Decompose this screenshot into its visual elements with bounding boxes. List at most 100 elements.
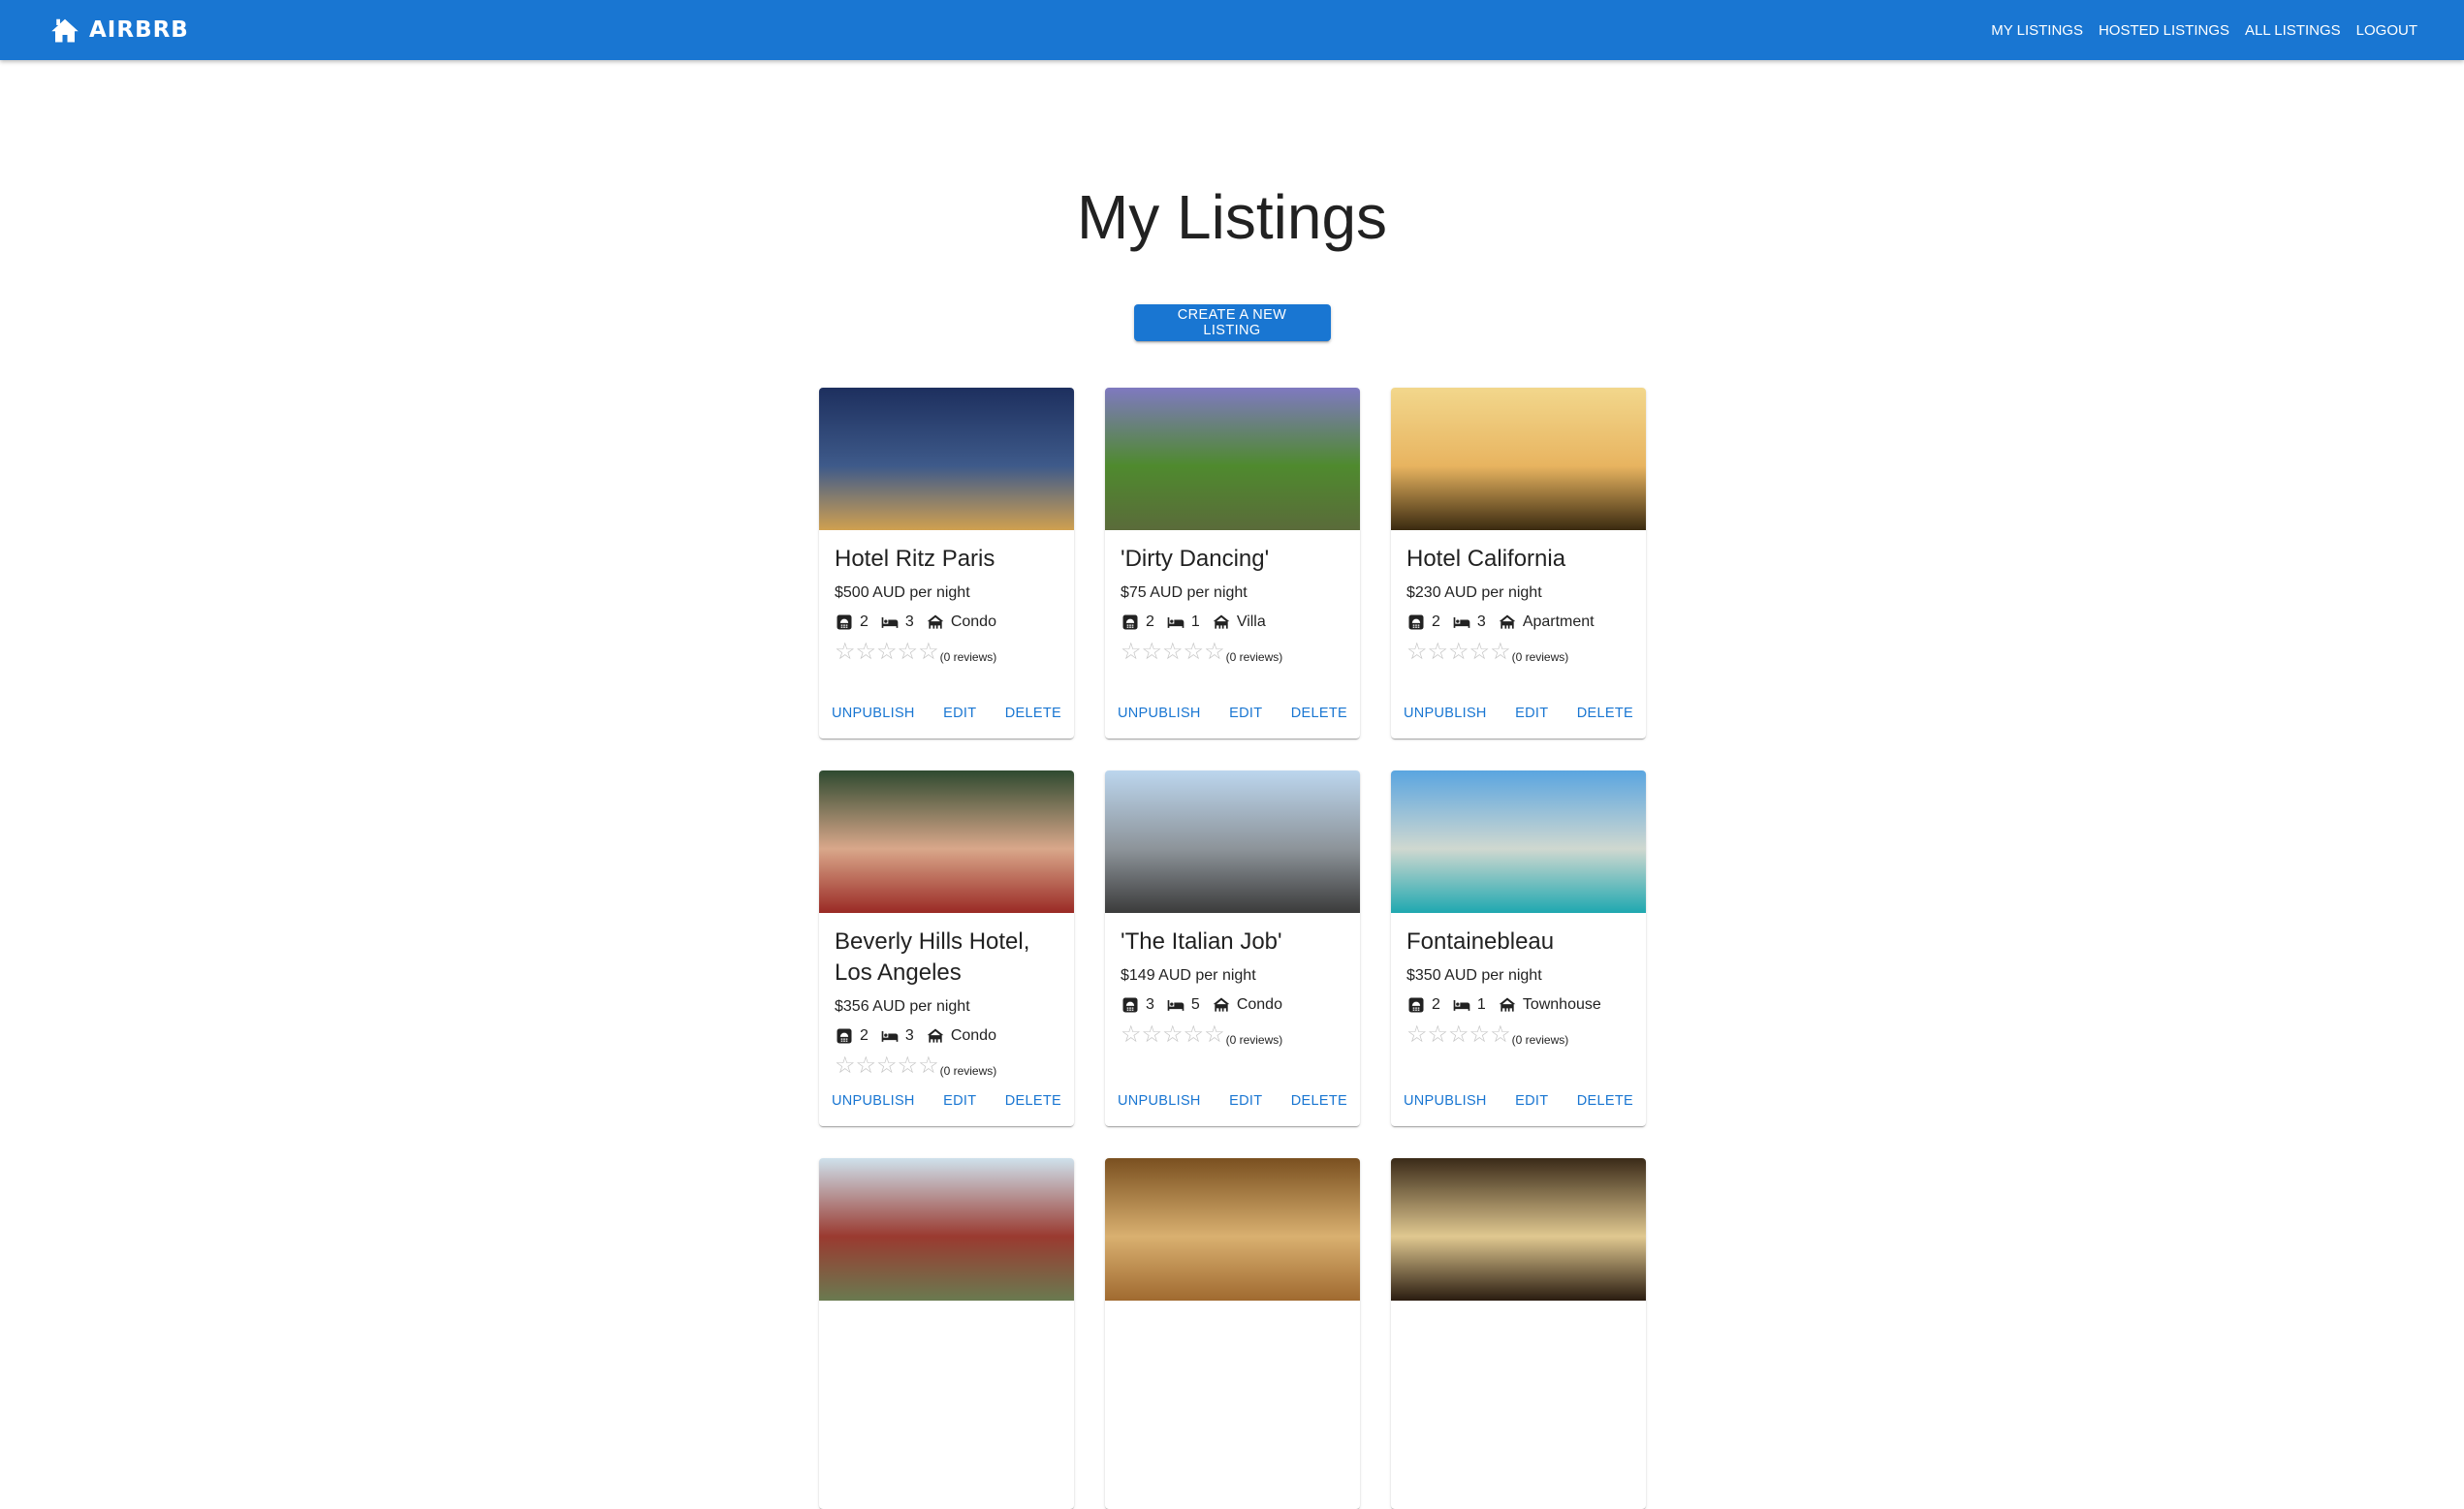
bathroom-icon (1122, 614, 1138, 630)
star-outline-icon: ☆ (1406, 639, 1428, 665)
listing-thumbnail[interactable] (1105, 770, 1360, 913)
top-app-bar: AIRBRB MY LISTINGS HOSTED LISTINGS ALL L… (0, 0, 2464, 60)
listing-thumbnail[interactable] (819, 1158, 1074, 1301)
review-count: (0 reviews) (939, 650, 997, 664)
page-title: My Listings (1076, 182, 1388, 252)
star-outline-icon: ☆ (897, 639, 919, 665)
listing-card: 'The Italian Job' $149 AUD per night 3 5 Con… (1105, 770, 1360, 1126)
bed-icon (1453, 617, 1470, 628)
rating-stars: ☆ ☆ ☆ ☆ ☆ (0 reviews) (835, 639, 1058, 665)
listing-price: $149 AUD per night (1121, 967, 1256, 984)
bedroom-count: 1 (1476, 996, 1486, 1013)
unpublish-button[interactable]: UNPUBLISH (1118, 702, 1201, 725)
bathroom-count: 2 (1146, 613, 1154, 630)
bathroom-icon (837, 1028, 852, 1044)
star-outline-icon: ☆ (855, 639, 877, 665)
listing-title: Fontainebleau (1406, 928, 1555, 955)
listing-title: Beverly Hills Hotel, Los Angeles (835, 928, 1030, 986)
edit-button[interactable]: EDIT (1229, 702, 1262, 725)
listing-price: $230 AUD per night (1406, 584, 1542, 601)
property-type-icon (927, 1028, 944, 1043)
bathroom-count: 2 (860, 1027, 869, 1044)
delete-button[interactable]: DELETE (1291, 1089, 1347, 1113)
property-type: Apartment (1522, 613, 1595, 630)
listing-title: 'Dirty Dancing' (1121, 546, 1270, 572)
listing-card: Hotel Ritz Paris $500 AUD per night 2 3 Cond… (819, 388, 1074, 739)
listing-card: Beverly Hills Hotel, Los Angeles $356 AUD… (819, 770, 1074, 1126)
star-outline-icon: ☆ (1448, 639, 1469, 665)
bathroom-count: 2 (1432, 996, 1440, 1013)
listing-thumbnail[interactable] (1105, 388, 1360, 530)
listing-price: $350 AUD per night (1406, 967, 1542, 984)
edit-button[interactable]: EDIT (1515, 702, 1548, 725)
star-outline-icon: ☆ (1183, 639, 1205, 665)
bed-icon (881, 1031, 899, 1042)
brand-name: AIRBRB (89, 17, 189, 43)
nav-my-listings[interactable]: MY LISTINGS (1983, 15, 2091, 47)
bathroom-count: 2 (1432, 613, 1440, 630)
listing-card (1391, 1158, 1646, 1509)
nav-hosted-listings[interactable]: HOSTED LISTINGS (2091, 15, 2237, 47)
bathroom-icon (837, 614, 852, 630)
star-outline-icon: ☆ (835, 639, 856, 665)
listing-thumbnail[interactable] (1105, 1158, 1360, 1301)
brand-logo[interactable]: AIRBRB (50, 16, 189, 44)
star-outline-icon: ☆ (918, 639, 939, 665)
star-outline-icon: ☆ (1141, 1022, 1163, 1048)
delete-button[interactable]: DELETE (1577, 1089, 1633, 1113)
property-type: Condo (950, 1027, 996, 1044)
listing-thumbnail[interactable] (1391, 770, 1646, 913)
home-icon (51, 18, 79, 43)
star-outline-icon: ☆ (1162, 639, 1184, 665)
delete-button[interactable]: DELETE (1291, 702, 1347, 725)
listing-thumbnail[interactable] (1391, 1158, 1646, 1301)
unpublish-button[interactable]: UNPUBLISH (1118, 1089, 1201, 1113)
bed-icon (1167, 1000, 1185, 1011)
review-count: (0 reviews) (939, 1064, 997, 1078)
edit-button[interactable]: EDIT (943, 1089, 976, 1113)
property-type: Condo (950, 613, 996, 630)
star-outline-icon: ☆ (1427, 639, 1449, 665)
delete-button[interactable]: DELETE (1005, 1089, 1061, 1113)
delete-button[interactable]: DELETE (1005, 702, 1061, 725)
listing-price: $75 AUD per night (1121, 584, 1248, 601)
unpublish-button[interactable]: UNPUBLISH (1404, 702, 1487, 725)
bedroom-count: 3 (1476, 613, 1486, 630)
bed-icon (1167, 617, 1185, 628)
edit-button[interactable]: EDIT (1229, 1089, 1262, 1113)
edit-button[interactable]: EDIT (943, 702, 976, 725)
star-outline-icon: ☆ (1183, 1022, 1205, 1048)
listing-card: Fontainebleau $350 AUD per night 2 1 Townhou… (1391, 770, 1646, 1126)
unpublish-button[interactable]: UNPUBLISH (832, 702, 915, 725)
property-type-icon (1499, 997, 1516, 1012)
edit-button[interactable]: EDIT (1515, 1089, 1548, 1113)
star-outline-icon: ☆ (1204, 639, 1225, 665)
star-outline-icon: ☆ (1469, 1022, 1491, 1048)
listing-thumbnail[interactable] (819, 770, 1074, 913)
star-outline-icon: ☆ (1162, 1022, 1184, 1048)
listing-thumbnail[interactable] (819, 388, 1074, 530)
property-type-icon (1213, 614, 1230, 629)
review-count: (0 reviews) (1225, 1033, 1283, 1047)
star-outline-icon: ☆ (876, 1053, 898, 1079)
property-type-icon (927, 614, 944, 629)
review-count: (0 reviews) (1511, 650, 1569, 664)
unpublish-button[interactable]: UNPUBLISH (1404, 1089, 1487, 1113)
star-outline-icon: ☆ (897, 1053, 919, 1079)
listing-thumbnail[interactable] (1391, 388, 1646, 530)
star-outline-icon: ☆ (1121, 1022, 1142, 1048)
nav-all-listings[interactable]: ALL LISTINGS (2237, 15, 2349, 47)
star-outline-icon: ☆ (1490, 639, 1511, 665)
star-outline-icon: ☆ (1121, 639, 1142, 665)
property-type-icon (1213, 997, 1230, 1012)
create-listing-button[interactable]: CREATE A NEW LISTING (1133, 304, 1331, 341)
rating-stars: ☆ ☆ ☆ ☆ ☆ (0 reviews) (1406, 1022, 1630, 1048)
bathroom-count: 2 (860, 613, 869, 630)
rating-stars: ☆ ☆ ☆ ☆ ☆ (0 reviews) (1121, 1022, 1344, 1048)
star-outline-icon: ☆ (1469, 639, 1491, 665)
listing-price: $500 AUD per night (835, 584, 970, 601)
star-outline-icon: ☆ (918, 1053, 939, 1079)
delete-button[interactable]: DELETE (1577, 702, 1633, 725)
unpublish-button[interactable]: UNPUBLISH (832, 1089, 915, 1113)
nav-logout[interactable]: LOGOUT (2349, 15, 2425, 47)
